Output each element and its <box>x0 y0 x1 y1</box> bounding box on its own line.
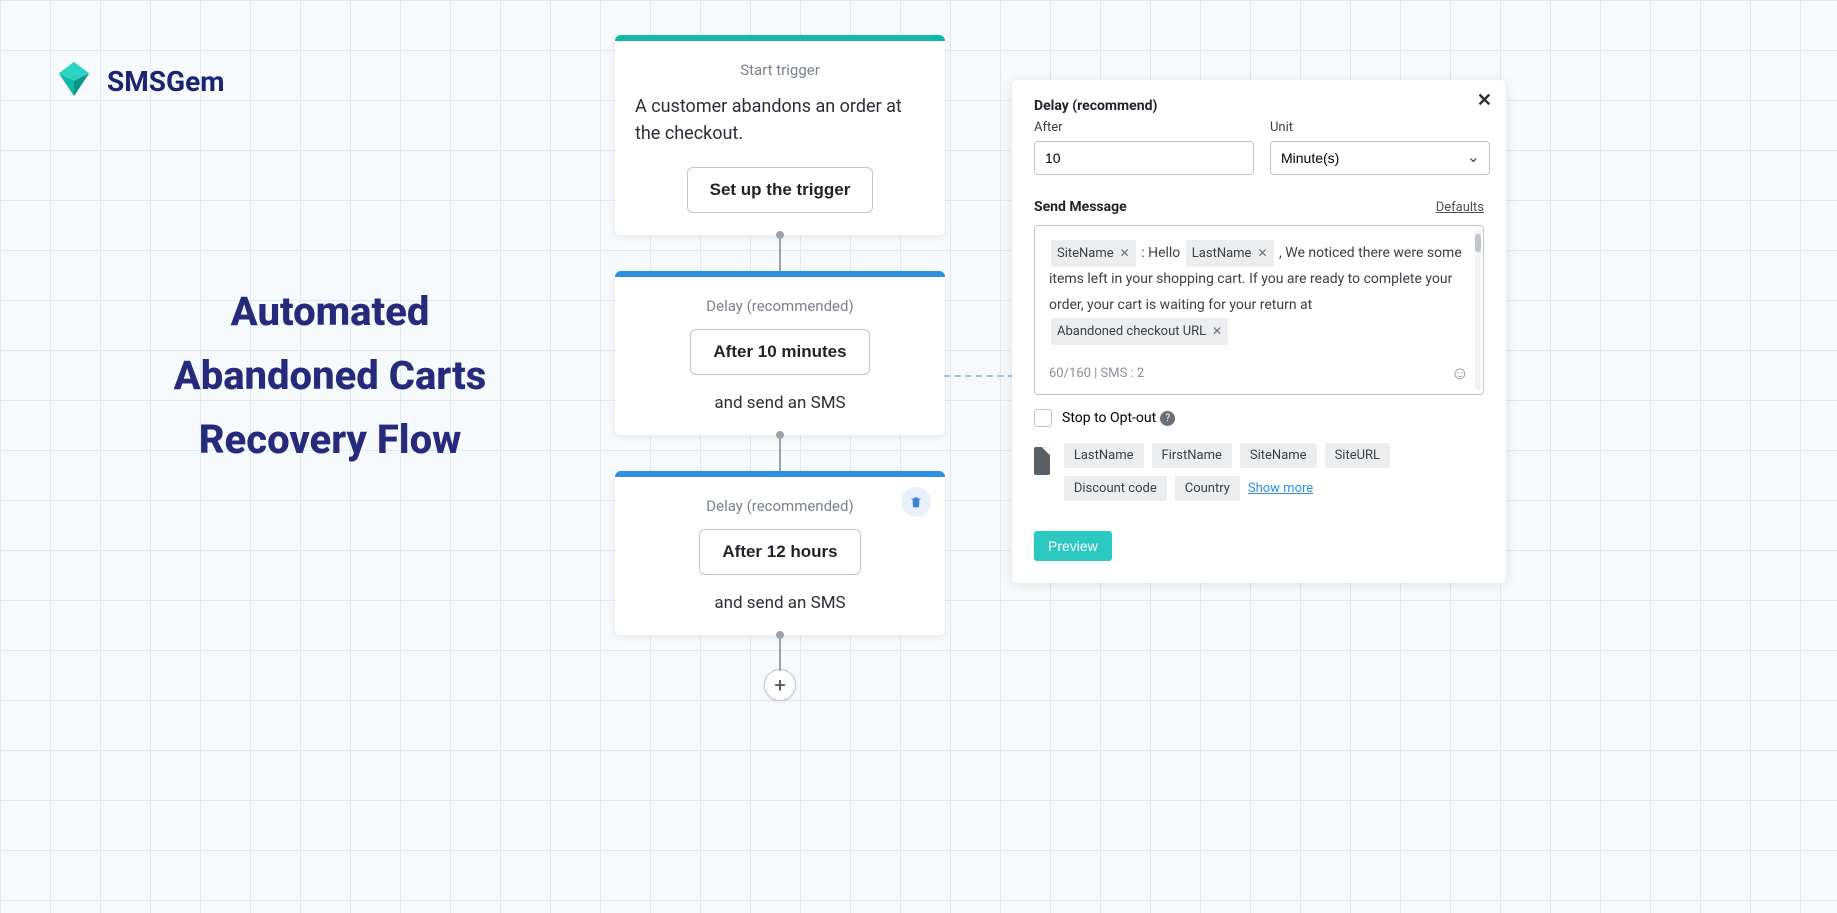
delay-1-label: Delay (recommended) <box>635 297 925 315</box>
remove-tag-icon[interactable]: ✕ <box>1212 321 1222 343</box>
connector-line <box>779 235 781 271</box>
optout-label: Stop to Opt-out <box>1062 410 1156 426</box>
delay-card-2[interactable]: Delay (recommended) After 12 hours and s… <box>615 471 945 635</box>
headline-line-1: Automated <box>90 280 570 344</box>
headline-line-3: Recovery Flow <box>90 408 570 472</box>
page-headline: Automated Abandoned Carts Recovery Flow <box>90 280 570 472</box>
close-icon[interactable]: ✕ <box>1477 90 1492 111</box>
trigger-label: Start trigger <box>635 61 925 79</box>
char-counter: 60/160 | SMS : 2 <box>1049 366 1144 381</box>
emoji-icon[interactable]: ☺ <box>1451 363 1469 384</box>
chip-siteurl[interactable]: SiteURL <box>1325 443 1390 468</box>
chip-lastname[interactable]: LastName <box>1064 443 1144 468</box>
delay-section-title: Delay (recommend) <box>1034 98 1484 114</box>
flow-column: Start trigger A customer abandons an ord… <box>610 35 950 701</box>
chip-country[interactable]: Country <box>1175 476 1240 501</box>
headline-line-2: Abandoned Carts <box>90 344 570 408</box>
tag-abandoned-url[interactable]: Abandoned checkout URL✕ <box>1051 318 1228 345</box>
defaults-link[interactable]: Defaults <box>1436 200 1484 215</box>
delay-2-button[interactable]: After 12 hours <box>699 529 860 575</box>
connector-line <box>779 635 781 671</box>
delay-2-label: Delay (recommended) <box>635 497 925 515</box>
delay-1-action: and send an SMS <box>635 393 925 413</box>
scrollbar[interactable] <box>1475 230 1481 390</box>
brand-logo: SMSGem <box>55 60 224 102</box>
trigger-card[interactable]: Start trigger A customer abandons an ord… <box>615 35 945 235</box>
remove-tag-icon[interactable]: ✕ <box>1257 243 1267 265</box>
delay-2-action: and send an SMS <box>635 593 925 613</box>
optout-checkbox[interactable] <box>1034 409 1052 427</box>
preview-button[interactable]: Preview <box>1034 531 1112 561</box>
chip-discount[interactable]: Discount code <box>1064 476 1167 501</box>
edit-panel: ✕ Delay (recommend) After Unit Minute(s)… <box>1012 80 1506 583</box>
gem-icon <box>55 60 93 102</box>
tag-sitename[interactable]: SiteName✕ <box>1051 240 1136 267</box>
after-label: After <box>1034 120 1254 135</box>
show-more-link[interactable]: Show more <box>1248 481 1313 496</box>
tag-lastname[interactable]: LastName✕ <box>1186 240 1274 267</box>
brand-name: SMSGem <box>107 65 224 98</box>
remove-tag-icon[interactable]: ✕ <box>1120 243 1130 265</box>
chip-firstname[interactable]: FirstName <box>1152 443 1232 468</box>
trash-icon <box>909 495 923 509</box>
message-textarea[interactable]: SiteName✕ : Hello LastName✕ , We noticed… <box>1034 225 1484 395</box>
delay-1-button[interactable]: After 10 minutes <box>690 329 869 375</box>
document-icon <box>1034 447 1050 475</box>
connector-dashed <box>944 375 1014 377</box>
help-icon[interactable]: ? <box>1160 411 1175 426</box>
unit-label: Unit <box>1270 120 1490 135</box>
send-message-title: Send Message <box>1034 199 1127 215</box>
chip-sitename[interactable]: SiteName <box>1240 443 1317 468</box>
unit-select[interactable]: Minute(s) <box>1270 141 1490 175</box>
trigger-description: A customer abandons an order at the chec… <box>635 93 925 147</box>
after-input[interactable] <box>1034 141 1254 175</box>
msg-text: : Hello <box>1141 245 1180 261</box>
delay-card-1[interactable]: Delay (recommended) After 10 minutes and… <box>615 271 945 435</box>
delete-step-button[interactable] <box>901 487 931 517</box>
add-step-button[interactable]: + <box>764 669 796 701</box>
connector-line <box>779 435 781 471</box>
setup-trigger-button[interactable]: Set up the trigger <box>687 167 874 213</box>
